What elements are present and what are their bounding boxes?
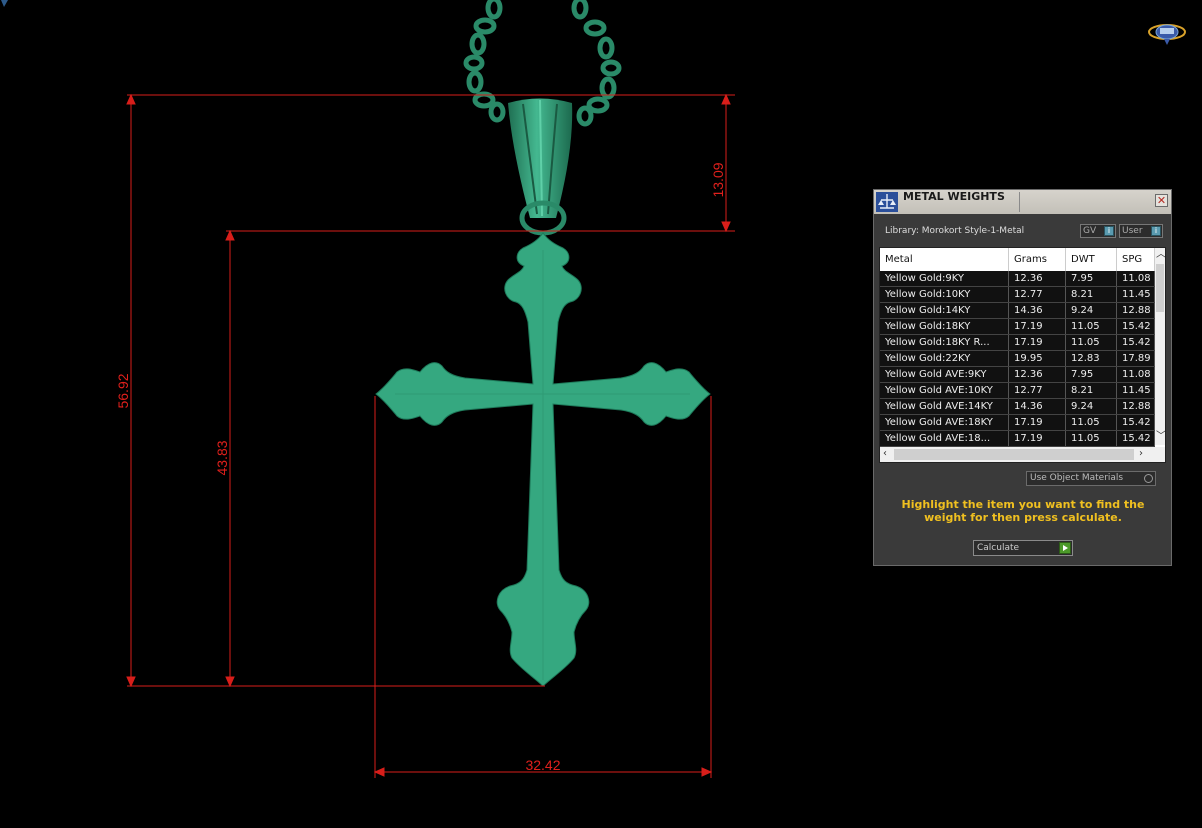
gv-indicator-icon: i bbox=[1104, 226, 1114, 236]
cell-metal: Yellow Gold:9KY bbox=[880, 271, 1009, 286]
table-row[interactable]: Yellow Gold AVE:14KY 14.36 9.24 12.88 bbox=[880, 399, 1155, 415]
title-separator bbox=[1019, 192, 1020, 212]
vertical-scroll-thumb[interactable] bbox=[1156, 264, 1164, 312]
scale-logo-icon bbox=[876, 192, 898, 212]
library-label: Library: Morokort Style-1-Metal bbox=[885, 226, 1025, 236]
table-row[interactable]: Yellow Gold:9KY 12.36 7.95 11.08 bbox=[880, 271, 1155, 287]
play-icon bbox=[1059, 542, 1071, 554]
scroll-up-icon[interactable]: ︿ bbox=[1156, 250, 1165, 260]
cell-spg: 11.08 bbox=[1117, 271, 1155, 286]
calculate-label: Calculate bbox=[977, 543, 1020, 553]
scroll-left-icon[interactable]: ‹ bbox=[883, 449, 887, 459]
cell-dwt: 9.24 bbox=[1066, 303, 1117, 318]
gv-label: GV bbox=[1083, 226, 1097, 236]
cell-grams: 19.95 bbox=[1009, 351, 1066, 366]
cell-grams: 17.19 bbox=[1009, 415, 1066, 430]
cell-spg: 15.42 bbox=[1117, 319, 1155, 334]
cell-dwt: 11.05 bbox=[1066, 431, 1117, 446]
cell-metal: Yellow Gold AVE:9KY bbox=[880, 367, 1009, 382]
table-row[interactable]: Yellow Gold AVE:10KY 12.77 8.21 11.45 bbox=[880, 383, 1155, 399]
cell-metal: Yellow Gold:14KY bbox=[880, 303, 1009, 318]
scroll-down-icon[interactable]: ﹀ bbox=[1156, 432, 1165, 442]
dimension-label-cross-width: 32.42 bbox=[525, 757, 560, 773]
instructions-text: Highlight the item you want to find the … bbox=[901, 498, 1145, 524]
cell-dwt: 7.95 bbox=[1066, 367, 1117, 382]
horizontal-scroll-thumb[interactable] bbox=[894, 449, 1134, 460]
user-label: User bbox=[1122, 226, 1143, 236]
cell-spg: 11.45 bbox=[1117, 287, 1155, 302]
cell-spg: 15.42 bbox=[1117, 431, 1155, 446]
metal-weights-panel: METAL WEIGHTS ✕ Library: Morokort Style-… bbox=[873, 189, 1172, 566]
scroll-right-icon[interactable]: › bbox=[1139, 449, 1143, 459]
dimension-lines bbox=[126, 93, 735, 778]
table-row[interactable]: Yellow Gold:18KY 17.19 11.05 15.42 bbox=[880, 319, 1155, 335]
cell-spg: 17.89 bbox=[1117, 351, 1155, 366]
cell-grams: 12.77 bbox=[1009, 383, 1066, 398]
table-row[interactable]: Yellow Gold:18KY R... 17.19 11.05 15.42 bbox=[880, 335, 1155, 351]
user-toggle[interactable]: User i bbox=[1119, 224, 1163, 238]
table-row[interactable]: Yellow Gold:10KY 12.77 8.21 11.45 bbox=[880, 287, 1155, 303]
cell-spg: 11.08 bbox=[1117, 367, 1155, 382]
view-navigation-icon[interactable] bbox=[1148, 24, 1186, 45]
table-header: Metal Grams DWT SPG bbox=[880, 248, 1155, 272]
cell-grams: 17.19 bbox=[1009, 335, 1066, 350]
gv-toggle[interactable]: GV i bbox=[1080, 224, 1116, 238]
user-indicator-icon: i bbox=[1151, 226, 1161, 236]
cell-dwt: 11.05 bbox=[1066, 335, 1117, 350]
cell-spg: 15.42 bbox=[1117, 335, 1155, 350]
cell-dwt: 8.21 bbox=[1066, 287, 1117, 302]
viewport-corner-marker bbox=[1, 0, 8, 7]
cell-metal: Yellow Gold:10KY bbox=[880, 287, 1009, 302]
radio-icon[interactable] bbox=[1144, 474, 1153, 483]
pendant-cross bbox=[375, 232, 711, 687]
close-button[interactable]: ✕ bbox=[1155, 194, 1168, 207]
cell-grams: 14.36 bbox=[1009, 399, 1066, 414]
use-object-materials-label: Use Object Materials bbox=[1030, 473, 1124, 483]
vertical-scrollbar[interactable]: ︿ ﹀ bbox=[1155, 248, 1165, 445]
cell-dwt: 11.05 bbox=[1066, 415, 1117, 430]
cell-metal: Yellow Gold:22KY bbox=[880, 351, 1009, 366]
cell-grams: 12.77 bbox=[1009, 287, 1066, 302]
cell-metal: Yellow Gold AVE:14KY bbox=[880, 399, 1009, 414]
table-row[interactable]: Yellow Gold AVE:18... 17.19 11.05 15.42 bbox=[880, 431, 1155, 447]
horizontal-scrollbar[interactable]: ‹ › bbox=[880, 447, 1165, 462]
dimension-label-cross-height: 43.83 bbox=[214, 440, 230, 475]
use-object-materials-option[interactable]: Use Object Materials bbox=[1026, 471, 1156, 486]
cell-metal: Yellow Gold AVE:18KY bbox=[880, 415, 1009, 430]
panel-title: METAL WEIGHTS bbox=[903, 190, 1005, 203]
cell-dwt: 12.83 bbox=[1066, 351, 1117, 366]
column-header-grams[interactable]: Grams bbox=[1009, 248, 1066, 271]
cell-grams: 12.36 bbox=[1009, 367, 1066, 382]
dimension-label-top-height: 13.09 bbox=[710, 162, 726, 197]
cell-grams: 17.19 bbox=[1009, 431, 1066, 446]
cell-metal: Yellow Gold:18KY R... bbox=[880, 335, 1009, 350]
table-body: Yellow Gold:9KY 12.36 7.95 11.08 Yellow Gold… bbox=[880, 271, 1155, 447]
dimension-label-total-height: 56.92 bbox=[115, 373, 131, 408]
column-header-spg[interactable]: SPG bbox=[1117, 248, 1155, 271]
cell-spg: 11.45 bbox=[1117, 383, 1155, 398]
table-row[interactable]: Yellow Gold:22KY 19.95 12.83 17.89 bbox=[880, 351, 1155, 367]
calculate-button[interactable]: Calculate bbox=[973, 540, 1073, 556]
cell-metal: Yellow Gold:18KY bbox=[880, 319, 1009, 334]
cell-dwt: 11.05 bbox=[1066, 319, 1117, 334]
table-row[interactable]: Yellow Gold AVE:18KY 17.19 11.05 15.42 bbox=[880, 415, 1155, 431]
cell-dwt: 9.24 bbox=[1066, 399, 1117, 414]
column-header-dwt[interactable]: DWT bbox=[1066, 248, 1117, 271]
cell-spg: 12.88 bbox=[1117, 303, 1155, 318]
cell-metal: Yellow Gold AVE:10KY bbox=[880, 383, 1009, 398]
cell-spg: 15.42 bbox=[1117, 415, 1155, 430]
cell-grams: 12.36 bbox=[1009, 271, 1066, 286]
metal-table: Metal Grams DWT SPG Yellow Gold:9KY 12.36… bbox=[879, 247, 1166, 463]
table-row[interactable]: Yellow Gold:14KY 14.36 9.24 12.88 bbox=[880, 303, 1155, 319]
cell-grams: 14.36 bbox=[1009, 303, 1066, 318]
cell-spg: 12.88 bbox=[1117, 399, 1155, 414]
cell-dwt: 7.95 bbox=[1066, 271, 1117, 286]
panel-title-bar[interactable]: METAL WEIGHTS ✕ bbox=[874, 190, 1171, 214]
cell-grams: 17.19 bbox=[1009, 319, 1066, 334]
table-row[interactable]: Yellow Gold AVE:9KY 12.36 7.95 11.08 bbox=[880, 367, 1155, 383]
column-header-metal[interactable]: Metal bbox=[880, 248, 1009, 271]
cell-metal: Yellow Gold AVE:18... bbox=[880, 431, 1009, 446]
pendant-bail bbox=[508, 98, 573, 236]
cell-dwt: 8.21 bbox=[1066, 383, 1117, 398]
